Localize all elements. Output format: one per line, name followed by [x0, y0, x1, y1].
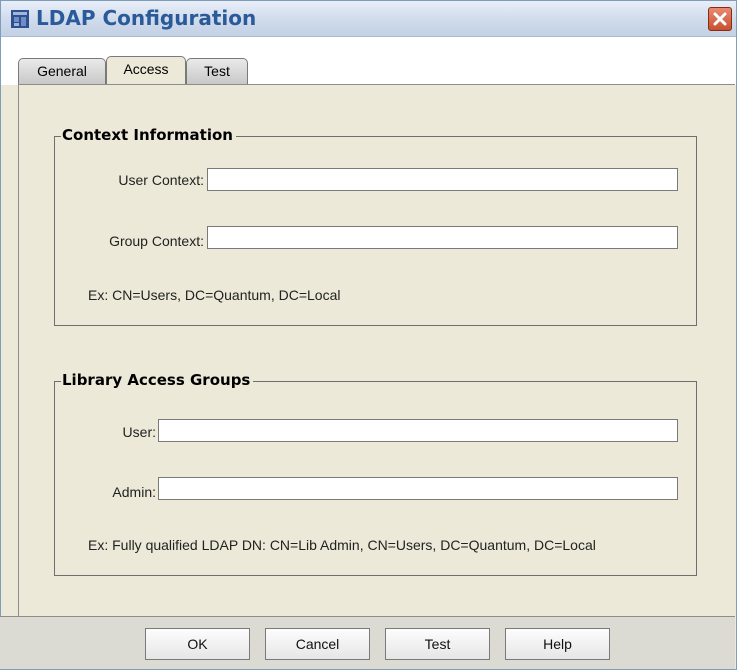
context-information-title: Context Information: [61, 125, 236, 145]
user-context-label: User Context:: [118, 172, 204, 188]
tab-general[interactable]: General: [18, 58, 106, 84]
admin-input[interactable]: [158, 477, 678, 500]
title-bar[interactable]: LDAP Configuration: [1, 1, 736, 37]
group-context-input[interactable]: [207, 226, 678, 249]
context-example-text: Ex: CN=Users, DC=Quantum, DC=Local: [88, 287, 341, 303]
user-label: User:: [122, 424, 156, 440]
ok-button[interactable]: OK: [145, 628, 250, 660]
help-button[interactable]: Help: [505, 628, 610, 660]
close-button[interactable]: [708, 7, 732, 31]
user-context-input[interactable]: [207, 168, 678, 191]
admin-label: Admin:: [112, 484, 156, 500]
app-window-icon: [11, 10, 29, 28]
test-button[interactable]: Test: [385, 628, 490, 660]
cancel-button[interactable]: Cancel: [265, 628, 370, 660]
tab-test[interactable]: Test: [186, 58, 248, 84]
library-access-groups-title: Library Access Groups: [61, 370, 254, 390]
tab-access[interactable]: Access: [106, 56, 186, 84]
group-context-label: Group Context:: [109, 233, 204, 249]
library-example-text: Ex: Fully qualified LDAP DN: CN=Lib Admi…: [88, 537, 596, 553]
user-input[interactable]: [158, 419, 678, 442]
window-title: LDAP Configuration: [36, 6, 257, 30]
